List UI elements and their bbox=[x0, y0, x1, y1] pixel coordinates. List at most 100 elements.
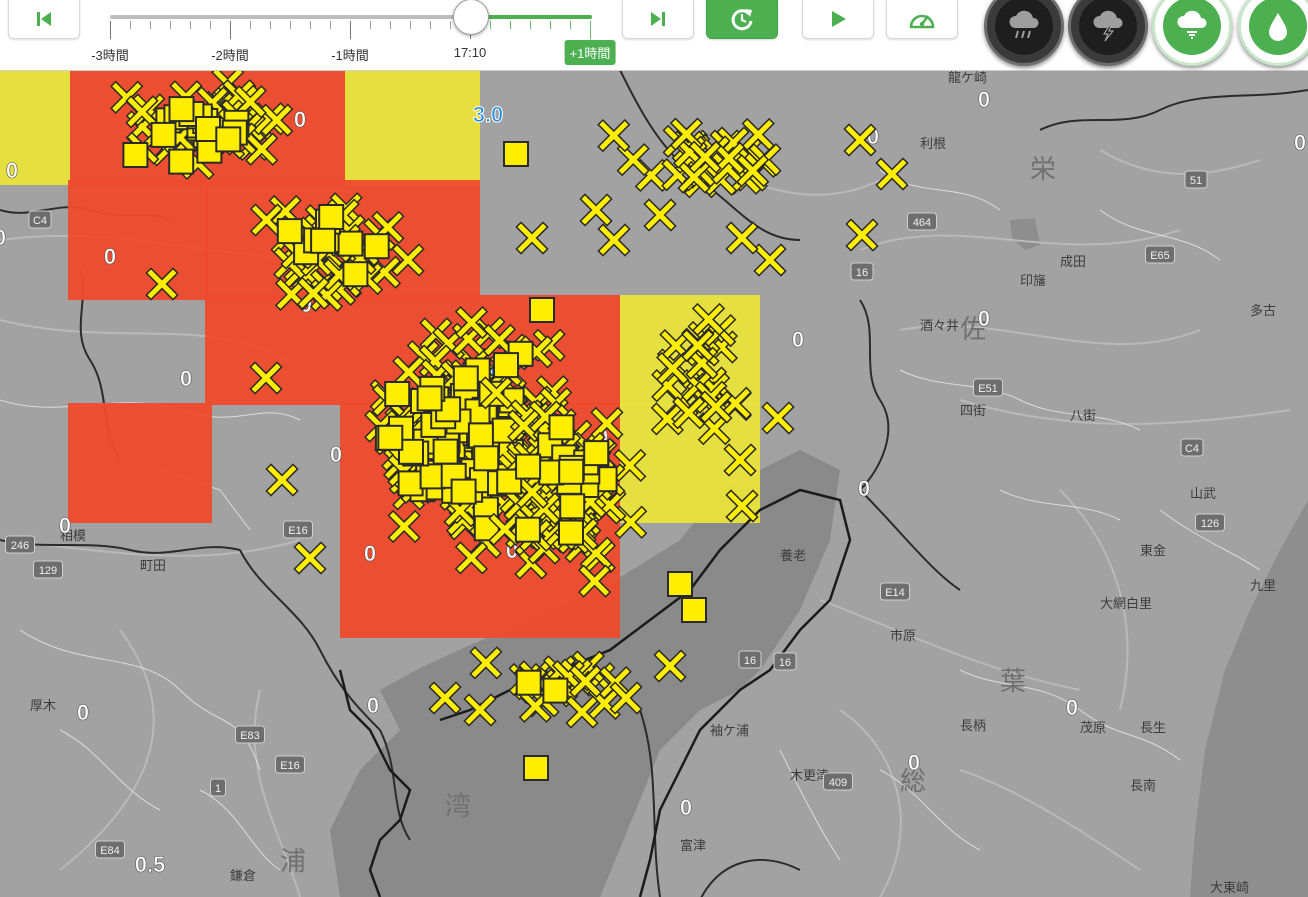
timeline-label-current: 17:10 bbox=[453, 45, 487, 60]
precip-value-label: 0 bbox=[6, 158, 18, 183]
lightning-square-marker bbox=[523, 755, 549, 781]
timeline-tick bbox=[190, 21, 191, 29]
lightning-cross-marker bbox=[597, 223, 631, 257]
lightning-square-marker bbox=[559, 493, 586, 520]
skip-next-button[interactable] bbox=[622, 0, 694, 39]
timeline-tick bbox=[450, 21, 451, 29]
timeline-label-minus2h: -2時間 bbox=[211, 48, 249, 63]
precip-value-label: 0 bbox=[0, 225, 6, 250]
road-shield-label: C4 bbox=[1185, 443, 1199, 455]
lightning-square-marker bbox=[310, 227, 337, 254]
lightning-cross-marker bbox=[753, 243, 787, 277]
place-name-label: 多古 bbox=[1250, 303, 1276, 318]
lightning-cross-marker bbox=[579, 193, 613, 227]
lightning-cross-marker bbox=[845, 218, 879, 252]
lightning-square-marker bbox=[558, 458, 585, 485]
speedometer-icon bbox=[909, 14, 935, 29]
timeline-tick bbox=[250, 21, 251, 29]
inba-lake bbox=[1010, 218, 1040, 250]
road-shield-label: C4 bbox=[33, 215, 47, 227]
road-shield-label: E83 bbox=[240, 730, 260, 742]
timeline-handle[interactable] bbox=[453, 0, 489, 35]
road-shield-label: E65 bbox=[1150, 250, 1170, 262]
road-shield-label: E14 bbox=[885, 587, 905, 599]
lightning-square-marker bbox=[168, 148, 195, 175]
road-shield-label: 16 bbox=[856, 267, 868, 279]
timeline-tick bbox=[270, 21, 271, 29]
lightning-square-marker bbox=[384, 381, 411, 407]
precip-value-label: 0 bbox=[978, 87, 990, 112]
timeline-tick bbox=[210, 21, 211, 29]
lightning-square-marker bbox=[558, 519, 584, 546]
toolbar: -3時間 -2時間 -1時間 17:10 +1時間 bbox=[0, 0, 1308, 71]
precip-value-label: 0 bbox=[330, 442, 342, 467]
lightning-square-marker bbox=[503, 141, 529, 167]
lightning-square-marker bbox=[363, 233, 390, 260]
place-name-label: 山武 bbox=[1190, 486, 1216, 501]
lightning-square-marker bbox=[397, 470, 424, 497]
weather-map[interactable]: 龍ケ崎利根栄成田印旛佐酒々井四街 八街山武東金大網白里九里市原長柄 茂原 長生長南袖ケ… bbox=[0, 70, 1308, 897]
precip-value-label: 0 bbox=[1066, 695, 1078, 720]
lightning-cross-marker bbox=[725, 221, 759, 255]
timeline-tick bbox=[310, 21, 311, 29]
road-shield-label: 246 bbox=[11, 540, 29, 552]
place-name-label: 長柄 bbox=[960, 718, 986, 733]
warning-cell-red bbox=[68, 180, 208, 300]
tornado-cloud-icon bbox=[1177, 10, 1207, 39]
speed-button[interactable] bbox=[886, 0, 958, 39]
water-layer-button[interactable] bbox=[1238, 0, 1308, 66]
timeline-label-future: +1時間 bbox=[564, 40, 616, 65]
timeline-tick bbox=[530, 21, 531, 29]
rain-layer-button[interactable] bbox=[984, 0, 1064, 66]
road-shield-label: 51 bbox=[1190, 175, 1202, 187]
timeline-tick bbox=[110, 21, 111, 39]
refresh-icon bbox=[731, 9, 753, 31]
place-name-label: 長南 bbox=[1130, 778, 1156, 793]
lightning-square-marker bbox=[377, 424, 404, 451]
precip-value-label: 0 bbox=[367, 693, 379, 718]
place-name-label: 印旛 bbox=[1020, 273, 1046, 288]
road-shield-label: E51 bbox=[978, 383, 998, 395]
precip-value-label: 0 bbox=[294, 107, 306, 132]
road-shield-label: 126 bbox=[1201, 518, 1219, 530]
precip-value-label: 0.5 bbox=[135, 852, 166, 877]
road-shield-label: 129 bbox=[39, 565, 57, 577]
precip-value-label: 0 bbox=[680, 795, 692, 820]
play-button[interactable] bbox=[802, 0, 874, 39]
lightning-square-marker bbox=[416, 385, 443, 412]
lightning-square-marker bbox=[542, 677, 569, 704]
road-shield-label: 16 bbox=[744, 655, 756, 667]
timeline-tick bbox=[430, 21, 431, 29]
timeline-tick bbox=[490, 21, 491, 29]
road-shield-label: E16 bbox=[288, 525, 308, 537]
precip-value-label: 0 bbox=[104, 244, 116, 269]
skip-previous-icon bbox=[37, 12, 51, 26]
thunder-cloud-icon bbox=[1093, 10, 1123, 42]
skip-previous-button[interactable] bbox=[8, 0, 80, 39]
place-name-label: 酒々井 bbox=[920, 318, 959, 333]
tornado-layer-button[interactable] bbox=[1152, 0, 1232, 66]
warning-cell-red bbox=[68, 403, 212, 523]
lightning-square-marker bbox=[515, 453, 542, 480]
timeline-tick bbox=[330, 21, 331, 29]
road-shield-label: 409 bbox=[829, 777, 847, 789]
lightning-square-marker bbox=[529, 297, 555, 323]
road-shield-label: 464 bbox=[913, 217, 931, 229]
precip-value-label: 0 bbox=[364, 541, 376, 566]
precip-value-label: 0 bbox=[858, 476, 870, 501]
lightning-square-marker bbox=[432, 438, 459, 465]
place-name-label: 龍ケ崎 bbox=[948, 70, 987, 85]
map-view[interactable]: 龍ケ崎 利根栄成田 印旛佐酒々井 四街 八街 山武 東金 大網白里 九里 市原 長柄 茂原 長生 長南 袖ケ… bbox=[0, 70, 1308, 897]
thunder-layer-button[interactable] bbox=[1068, 0, 1148, 66]
timeline-slider[interactable]: -3時間 -2時間 -1時間 17:10 +1時間 bbox=[91, 0, 616, 70]
timeline-tick bbox=[230, 21, 231, 39]
lightning-square-marker bbox=[681, 597, 707, 623]
lightning-square-marker bbox=[337, 230, 364, 257]
lightning-square-marker bbox=[493, 352, 519, 379]
place-name-label: 浦 bbox=[280, 846, 306, 876]
precip-value-label: 0 bbox=[978, 306, 990, 331]
lightning-square-marker bbox=[473, 445, 500, 472]
lightning-square-marker bbox=[318, 204, 345, 230]
refresh-button[interactable] bbox=[706, 0, 778, 39]
lightning-cross-marker bbox=[643, 198, 677, 232]
